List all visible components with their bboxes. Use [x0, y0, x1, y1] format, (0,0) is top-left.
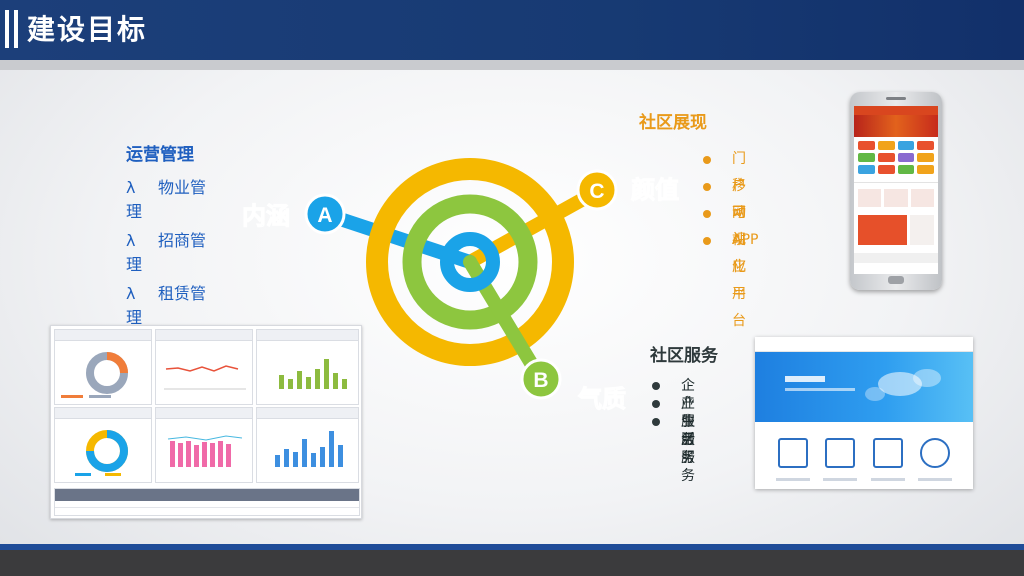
label-c: 颜值 — [631, 176, 679, 204]
bar-chart-image — [167, 435, 243, 467]
list-item-text: 生活服务 — [681, 414, 695, 484]
label-b: 气质 — [577, 385, 626, 413]
website-banner — [755, 352, 973, 422]
dashboard-panel — [256, 407, 359, 483]
dashboard-panel — [155, 329, 253, 405]
bullet-dot — [703, 210, 711, 218]
bullet-dot — [703, 237, 711, 245]
dashboard-panel — [54, 407, 152, 483]
showcase-heading: 社区展现 — [639, 113, 707, 133]
node-b-letter: B — [533, 369, 548, 392]
dashboard-table-image — [54, 488, 360, 516]
dashboard-thumbnail — [50, 325, 362, 519]
phone-speaker — [886, 97, 906, 100]
bar-chart-image — [275, 431, 343, 467]
bullet-dot — [703, 183, 711, 191]
bullet-dot — [652, 382, 660, 390]
bullet-dot — [703, 156, 711, 164]
node-c-letter: C — [589, 180, 604, 203]
phone-home-button — [888, 276, 904, 284]
bar-chart-image — [279, 359, 347, 389]
line-chart-image — [164, 365, 246, 390]
dashboard-panel — [54, 329, 152, 405]
service-heading: 社区服务 — [650, 346, 718, 366]
bullet-dot — [652, 418, 660, 426]
bullet-dot — [652, 400, 660, 408]
phone-screen — [854, 106, 938, 274]
list-item-text: AI 应用 — [732, 232, 746, 302]
website-feature-row — [755, 422, 973, 468]
footer-bar — [0, 550, 1024, 576]
phone-mockup — [850, 92, 942, 290]
dashboard-panel — [256, 329, 359, 405]
donut-chart-image — [61, 352, 128, 398]
node-a-letter: A — [317, 204, 332, 227]
donut-chart-image — [75, 430, 128, 476]
label-a: 内涵 — [242, 202, 290, 230]
website-mockup — [755, 337, 973, 489]
dashboard-panel — [155, 407, 253, 483]
